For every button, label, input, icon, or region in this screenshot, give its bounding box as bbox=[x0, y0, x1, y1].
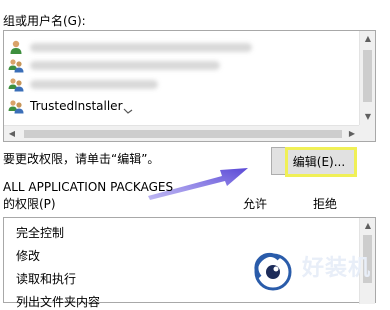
group-or-user-names-label: 组或用户名(G): bbox=[3, 14, 86, 28]
permissions-for-label: 的权限(P) bbox=[3, 197, 56, 211]
allow-column-header: 允许 bbox=[243, 197, 268, 211]
scroll-right-arrow-icon[interactable]: ▶ bbox=[344, 126, 360, 142]
user-name-redacted bbox=[30, 79, 158, 89]
permission-row: 完全控制 bbox=[16, 226, 65, 240]
user-name-trustedinstaller: TrustedInstaller bbox=[30, 99, 123, 113]
user-name-redacted bbox=[30, 60, 220, 70]
user-row[interactable]: TrustedInstaller bbox=[8, 96, 348, 116]
mouse-cursor-icon bbox=[123, 108, 133, 114]
scroll-thumb[interactable] bbox=[24, 130, 342, 138]
deny-column-header: 拒绝 bbox=[313, 197, 338, 211]
scroll-left-arrow-icon[interactable]: ◀ bbox=[4, 126, 20, 142]
user-row[interactable] bbox=[8, 55, 348, 75]
scroll-up-arrow-icon[interactable]: ▲ bbox=[360, 218, 376, 234]
users-list[interactable]: TrustedInstaller ▲ ▼ ◀ ▶ bbox=[3, 30, 376, 142]
user-row[interactable] bbox=[8, 37, 348, 57]
users-horizontal-scrollbar[interactable]: ◀ ▶ bbox=[4, 125, 360, 141]
users-vertical-scrollbar[interactable]: ▲ ▼ bbox=[359, 31, 375, 125]
watermark-text: 好装机 bbox=[302, 256, 372, 281]
edit-button[interactable]: 编辑(E)... bbox=[271, 147, 357, 175]
user-name-redacted bbox=[30, 42, 252, 52]
scrollbar-corner bbox=[359, 125, 375, 141]
scroll-thumb[interactable] bbox=[363, 50, 372, 102]
user-group-icon bbox=[8, 78, 24, 92]
single-user-icon bbox=[10, 40, 22, 54]
change-permissions-hint: 要更改权限，请单击“编辑”。 bbox=[3, 152, 160, 166]
scroll-up-arrow-icon[interactable]: ▲ bbox=[360, 31, 376, 47]
scroll-down-arrow-icon[interactable]: ▼ bbox=[360, 109, 376, 125]
user-row[interactable] bbox=[8, 74, 348, 94]
selected-principal-name: ALL APPLICATION PACKAGES bbox=[3, 180, 174, 194]
edit-button-label: 编辑(E)... bbox=[292, 154, 346, 169]
permission-row: 列出文件夹内容 bbox=[16, 295, 101, 309]
user-group-icon bbox=[8, 100, 24, 114]
permission-row: 修改 bbox=[16, 249, 41, 263]
user-group-icon bbox=[8, 59, 24, 73]
watermark-logo: 好装机 bbox=[249, 241, 390, 299]
permission-row: 读取和执行 bbox=[16, 272, 77, 286]
